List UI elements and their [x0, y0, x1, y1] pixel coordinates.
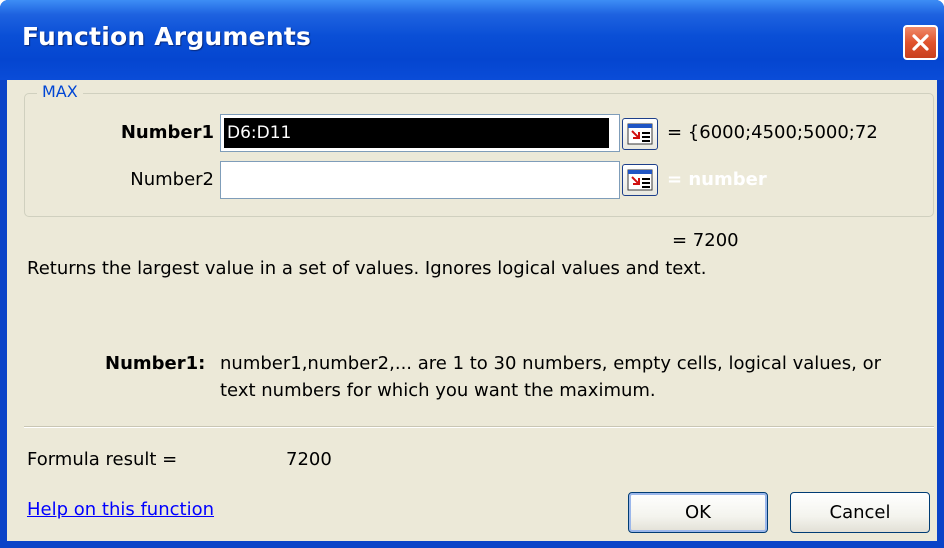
ok-button[interactable]: OK [628, 492, 768, 533]
close-button[interactable] [903, 25, 938, 60]
dialog-separator [24, 426, 934, 428]
collapse-dialog-icon [627, 169, 653, 191]
number2-input[interactable] [220, 161, 620, 199]
dialog-client-area: MAX Number1 D6:D11 = {6000;4500;5000;72 … [7, 80, 937, 541]
number1-evaluated: = {6000;4500;5000;72 [667, 122, 878, 143]
dialog-title: Function Arguments [22, 22, 312, 51]
function-arguments-dialog: Function Arguments MAX Number1 D6:D11 = … [0, 0, 944, 548]
number2-label: Number2 [130, 169, 214, 190]
title-bar[interactable]: Function Arguments [0, 0, 944, 80]
function-description: Returns the largest value in a set of va… [27, 258, 707, 279]
number1-label: Number1 [120, 122, 214, 143]
number2-evaluated: = number [667, 169, 767, 190]
arg-help-line1: number1,number2,... are 1 to 30 numbers,… [220, 353, 881, 374]
function-name-legend: MAX [37, 82, 83, 101]
arg-help-label: Number1: [105, 353, 206, 374]
collapse-dialog-icon [627, 123, 653, 145]
number2-collapse-button[interactable] [622, 164, 658, 196]
number1-selected-value: D6:D11 [224, 118, 609, 148]
number1-collapse-button[interactable] [622, 118, 658, 150]
cancel-button[interactable]: Cancel [790, 492, 930, 533]
arg-help-line2: text numbers for which you want the maxi… [220, 380, 656, 401]
formula-result-value: 7200 [286, 449, 332, 470]
number1-input[interactable]: D6:D11 [220, 114, 620, 152]
formula-result-label: Formula result = [27, 449, 178, 470]
function-result: = 7200 [672, 230, 739, 251]
close-x-icon [912, 34, 929, 51]
help-link[interactable]: Help on this function [27, 499, 214, 520]
